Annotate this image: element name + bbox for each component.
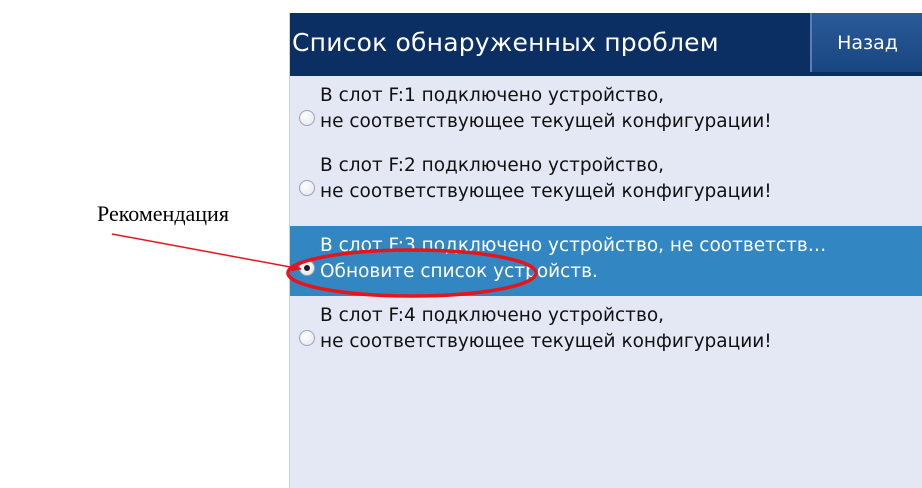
screen-title: Список обнаруженных проблем <box>292 28 719 57</box>
problem-item-f1[interactable]: В слот F:1 подключено устройство, не соо… <box>290 76 922 146</box>
problem-item-f4[interactable]: В слот F:4 подключено устройство, не соо… <box>290 296 922 366</box>
problem-detail: не соответствующее текущей конфигурации! <box>320 111 772 132</box>
problem-detail: не соответствующее текущей конфигурации! <box>320 331 772 352</box>
device-screen: Список обнаруженных проблем Назад В слот… <box>289 13 922 488</box>
radio-button[interactable] <box>299 180 315 196</box>
problem-text: В слот F:3 подключено устройство, не соо… <box>320 235 827 256</box>
annotation-label: Рекомендация <box>97 201 229 226</box>
annotation-arrow <box>111 233 302 272</box>
recommendation-text: Обновите список устройств. <box>320 261 598 282</box>
problem-detail: не соответствующее текущей конфигурации! <box>320 181 772 202</box>
radio-button[interactable] <box>299 330 315 346</box>
problem-item-f2[interactable]: В слот F:2 подключено устройство, не соо… <box>290 146 922 216</box>
problem-item-f3[interactable]: В слот F:3 подключено устройство, не соо… <box>290 226 922 296</box>
page: Рекомендация Список обнаруженных проблем… <box>0 0 922 488</box>
problem-text: В слот F:2 подключено устройство, <box>320 155 665 176</box>
problem-text: В слот F:1 подключено устройство, <box>320 85 665 106</box>
problem-text: В слот F:4 подключено устройство, <box>320 305 665 326</box>
radio-button[interactable] <box>299 110 315 126</box>
radio-button-checked[interactable] <box>299 260 315 276</box>
title-bar: Список обнаруженных проблем Назад <box>290 13 922 76</box>
back-button[interactable]: Назад <box>810 13 922 72</box>
